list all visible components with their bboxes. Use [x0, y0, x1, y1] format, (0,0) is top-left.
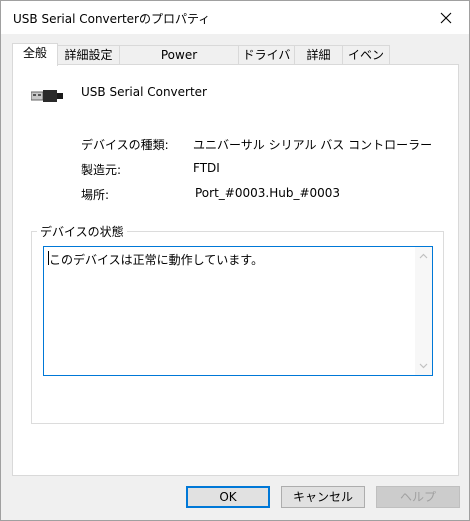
tab-general[interactable]: 全般 — [12, 43, 58, 66]
scroll-down-icon[interactable] — [419, 361, 428, 370]
device-type-value: ユニバーサル シリアル バス コントローラー — [193, 138, 433, 152]
title-bar: USB Serial Converterのプロパティ — [1, 1, 469, 34]
close-icon — [440, 12, 452, 24]
device-status-group: デバイスの状態 このデバイスは正常に動作しています。 — [31, 223, 444, 424]
manufacturer-value: FTDI — [193, 161, 220, 175]
window-title: USB Serial Converterのプロパティ — [13, 12, 211, 26]
manufacturer-label: 製造元: — [81, 163, 122, 177]
general-panel: USB Serial Converter デバイスの種類: ユニバーサル シリア… — [12, 64, 459, 476]
device-type-label: デバイスの種類: — [81, 138, 169, 152]
tab-details[interactable]: 詳細 — [294, 45, 343, 64]
device-status-textbox[interactable]: このデバイスは正常に動作しています。 — [43, 246, 433, 376]
tab-events[interactable]: イベント — [342, 45, 390, 81]
close-button[interactable] — [423, 1, 469, 34]
ok-button[interactable]: OK — [186, 486, 270, 508]
help-button[interactable]: ヘルプ — [376, 486, 460, 508]
properties-dialog: USB Serial Converterのプロパティ 全般 詳細設定 Power… — [0, 0, 470, 521]
tab-driver[interactable]: ドライバー — [238, 45, 295, 81]
usb-connector-icon — [31, 90, 63, 102]
device-status-text: このデバイスは正常に動作しています。 — [49, 253, 264, 267]
status-scrollbar[interactable] — [415, 247, 432, 375]
cancel-button[interactable]: キャンセル — [281, 486, 365, 508]
device-name: USB Serial Converter — [81, 85, 207, 99]
tab-advanced[interactable]: 詳細設定 — [57, 45, 120, 64]
location-value: Port_#0003.Hub_#0003 — [195, 186, 341, 200]
location-label: 場所: — [81, 188, 110, 202]
device-status-legend: デバイスの状態 — [37, 223, 127, 240]
scroll-up-icon[interactable] — [419, 252, 428, 261]
tab-power-management[interactable]: Power Management — [119, 45, 239, 81]
tab-strip: 全般 詳細設定 Power Management ドライバー 詳細 イベント — [12, 43, 392, 81]
